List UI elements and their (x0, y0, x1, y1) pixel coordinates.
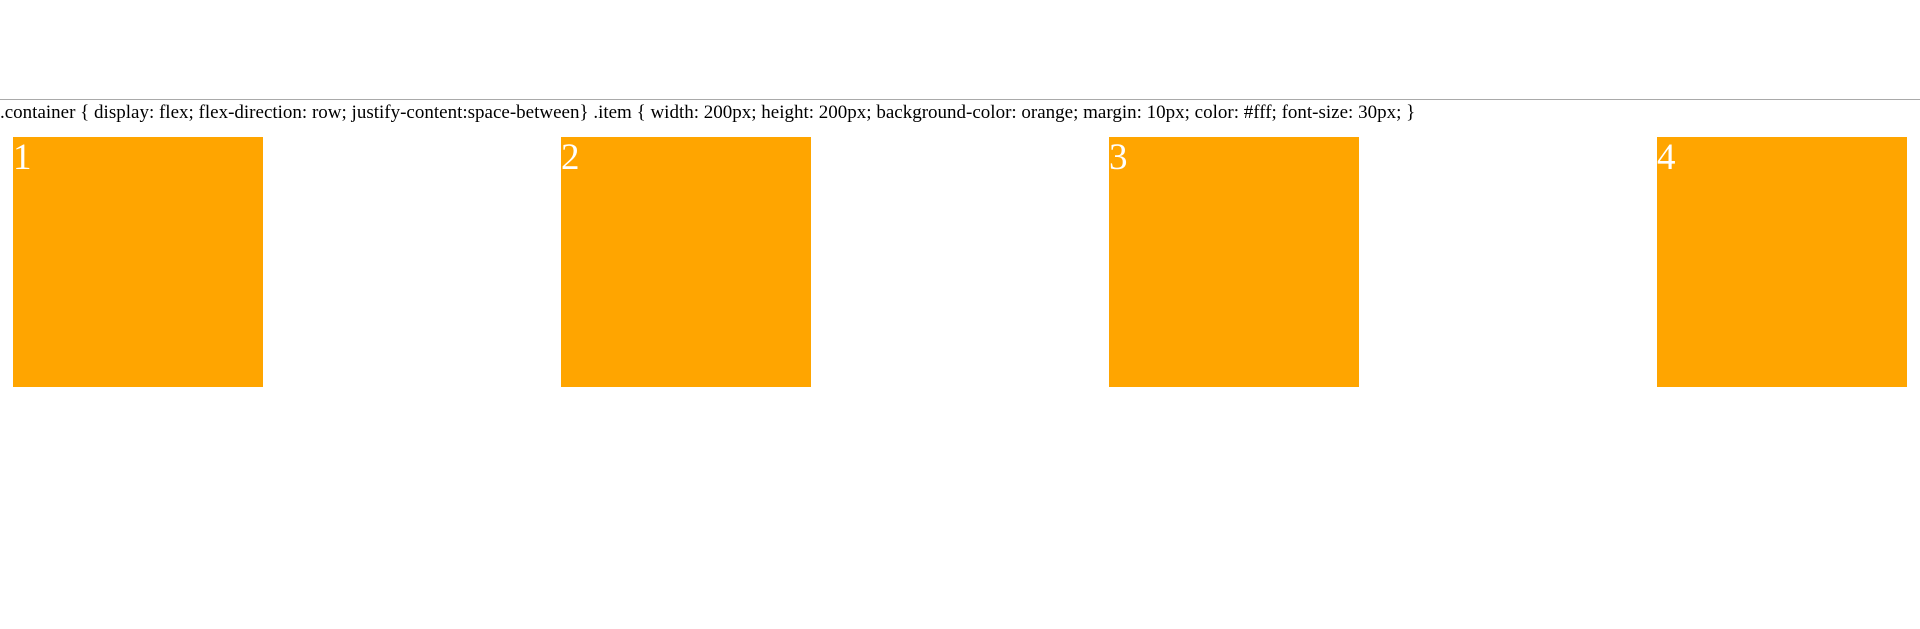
flex-item-4: 4 (1657, 137, 1907, 387)
flex-item-2: 2 (561, 137, 811, 387)
css-code-text: .container { display: flex; flex-directi… (0, 102, 1416, 123)
flex-item-1: 1 (13, 137, 263, 387)
top-blank-area (0, 0, 1920, 99)
flex-item-3: 3 (1109, 137, 1359, 387)
flex-container: 1 2 3 4 (0, 125, 1920, 399)
